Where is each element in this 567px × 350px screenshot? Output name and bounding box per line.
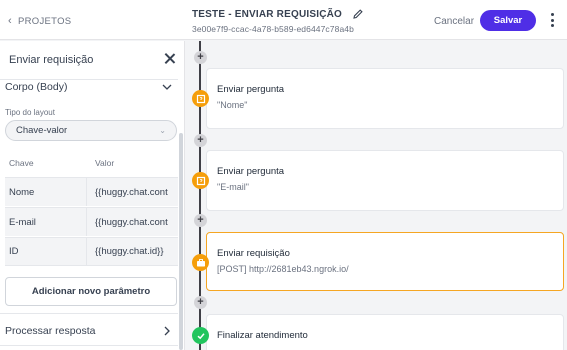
param-key-input[interactable]: ID — [5, 238, 87, 265]
page-title: TESTE - ENVIAR REQUISIÇÃO — [192, 8, 343, 20]
step-subtitle: "E-mail" — [217, 182, 249, 192]
flow-step-card[interactable]: Enviar pergunta "Nome" — [206, 68, 564, 129]
back-label: PROJETOS — [17, 15, 72, 27]
step-title: Finalizar atendimento — [217, 330, 308, 341]
process-response-toggle[interactable]: Processar resposta — [0, 319, 178, 343]
key-value-header: Chave Valor — [0, 149, 178, 176]
layout-type-select[interactable]: Chave-valor ⌄ — [5, 120, 177, 141]
back-to-projects-link[interactable]: ‹ PROJETOS — [8, 15, 71, 27]
divider — [0, 313, 178, 314]
more-options-icon[interactable] — [548, 12, 556, 28]
param-value-input[interactable]: {{huggy.chat.cont — [87, 178, 178, 206]
save-button[interactable]: Salvar — [480, 10, 536, 31]
check-icon — [192, 327, 209, 344]
chevron-left-icon: ‹ — [8, 15, 12, 27]
pencil-icon[interactable] — [352, 8, 364, 20]
body-section-label: Corpo (Body) — [5, 81, 68, 93]
briefcase-icon — [192, 254, 209, 271]
table-row: ID {{huggy.chat.id}} — [5, 237, 178, 266]
flow-step-card-selected[interactable]: Enviar requisição [POST] http://2681eb43… — [206, 232, 564, 291]
cancel-button[interactable]: Cancelar — [428, 11, 480, 31]
step-title: Enviar pergunta — [217, 84, 285, 95]
flow-title-area: TESTE - ENVIAR REQUISIÇÃO 3e00e7f9-ccac-… — [192, 8, 364, 34]
chevron-down-icon: ⌄ — [159, 126, 166, 135]
key-column-header: Chave — [9, 157, 34, 168]
flow-step-card[interactable]: Enviar pergunta "E-mail" — [206, 150, 564, 211]
process-response-label: Processar resposta — [5, 325, 96, 337]
flow-id: 3e00e7f9-ccac-4a78-b589-ed6447c78a4b — [192, 24, 354, 34]
chevron-right-icon — [164, 326, 170, 336]
question-icon — [192, 90, 209, 107]
step-subtitle: "Nome" — [217, 100, 248, 110]
divider — [0, 345, 178, 346]
request-settings-panel: Enviar requisição Corpo (Body) Tipo do l… — [0, 41, 185, 350]
panel-scrollbar[interactable] — [179, 133, 183, 350]
flow-step-card[interactable]: Finalizar atendimento — [206, 314, 564, 350]
add-step-button[interactable]: + — [194, 134, 207, 147]
close-icon[interactable] — [164, 53, 176, 65]
step-title: Enviar requisição — [217, 248, 290, 259]
add-step-button[interactable]: + — [194, 51, 207, 64]
value-column-header: Valor — [95, 157, 115, 168]
param-value-input[interactable]: {{huggy.chat.id}} — [87, 238, 178, 265]
add-step-button[interactable]: + — [194, 296, 207, 309]
panel-title: Enviar requisição — [9, 54, 94, 66]
question-icon — [192, 172, 209, 189]
step-title: Enviar pergunta — [217, 166, 285, 177]
param-key-input[interactable]: E-mail — [5, 208, 87, 236]
body-section-toggle[interactable]: Corpo (Body) — [0, 75, 178, 99]
step-subtitle: [POST] http://2681eb43.ngrok.io/ — [217, 264, 349, 274]
layout-type-value: Chave-valor — [16, 125, 68, 136]
table-row: E-mail {{huggy.chat.cont — [5, 207, 178, 236]
param-key-input[interactable]: Nome — [5, 178, 87, 206]
top-bar: ‹ PROJETOS TESTE - ENVIAR REQUISIÇÃO 3e0… — [0, 0, 567, 40]
add-parameter-button[interactable]: Adicionar novo parâmetro — [5, 277, 177, 306]
panel-header: Enviar requisição — [0, 41, 184, 79]
param-value-input[interactable]: {{huggy.chat.cont — [87, 208, 178, 236]
add-step-button[interactable]: + — [194, 214, 207, 227]
table-row: Nome {{huggy.chat.cont — [5, 177, 178, 206]
layout-type-label: Tipo do layout — [5, 108, 55, 117]
chevron-down-icon — [162, 84, 172, 90]
flow-canvas: + + + + Enviar pergunta "Nome" Enviar pe… — [186, 41, 567, 350]
